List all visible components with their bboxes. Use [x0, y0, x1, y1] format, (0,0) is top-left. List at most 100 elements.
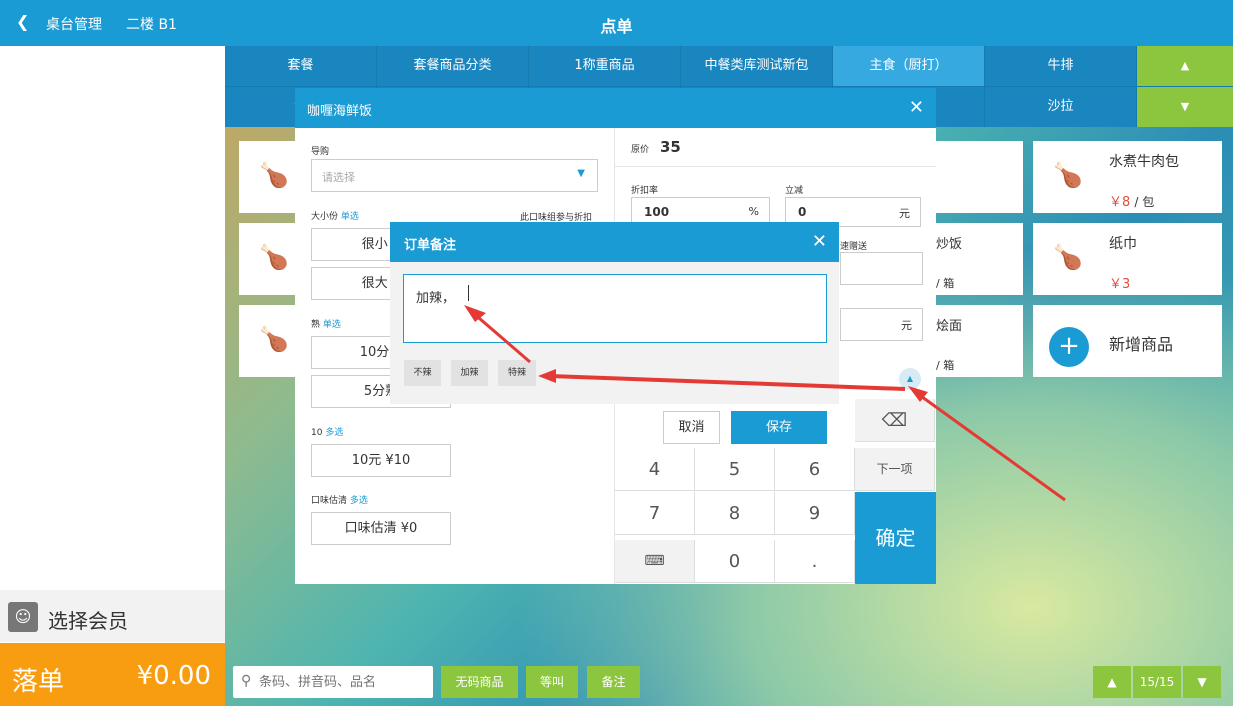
tab-category-3[interactable]: 1称重商品 [529, 46, 681, 86]
guide-label: 导购 [311, 147, 330, 157]
note-tag[interactable]: 不辣 [404, 360, 441, 386]
roast-chicken-icon: 🍗 [259, 161, 289, 189]
save-button[interactable]: 保存 [731, 411, 827, 444]
key-4[interactable]: 4 [615, 448, 695, 491]
product-card[interactable]: 炒饭 / 箱 [922, 223, 1023, 295]
note-text: 加辣， [416, 291, 456, 306]
key-8[interactable]: 8 [695, 492, 775, 535]
ten-label: 10 多选 [311, 425, 343, 438]
price-label: 原价 [631, 145, 650, 155]
submit-label: 落单 [12, 667, 65, 697]
member-label: 选择会员 [48, 609, 128, 633]
category-up-button[interactable]: ▲ [1137, 46, 1233, 86]
select-member-button[interactable]: ☺ 选择会员 [0, 590, 225, 642]
key-dot[interactable]: . [775, 540, 855, 583]
next-item-button[interactable]: 下一项 [855, 448, 935, 491]
expand-up-icon[interactable]: ▲ [899, 368, 921, 390]
roast-chicken-icon: 🍗 [259, 325, 289, 353]
close-icon[interactable]: ✕ [812, 231, 827, 252]
close-icon[interactable]: ✕ [909, 97, 924, 118]
price-unit: / 包 [1134, 195, 1155, 209]
reduce-value: 0 [798, 205, 807, 219]
product-card[interactable]: 🍗 [239, 223, 299, 295]
search-box[interactable]: ⚲ [233, 666, 433, 698]
reduce-unit: 元 [899, 207, 910, 220]
flavor-mode: 多选 [349, 496, 368, 506]
order-note-dialog: 订单备注 ✕ 加辣， 不辣 加辣 特辣 [390, 222, 839, 404]
note-textarea[interactable]: 加辣， [403, 274, 827, 343]
search-icon: ⚲ [241, 673, 252, 689]
tab-category-1[interactable]: 套餐 [225, 46, 377, 86]
page-down-button[interactable]: ▼ [1183, 666, 1221, 698]
tab-category-2[interactable]: 套餐商品分类 [377, 46, 529, 86]
product-name: 炒饭 [936, 237, 963, 252]
key-0[interactable]: 0 [695, 540, 775, 583]
discount-label: 折扣率 [631, 186, 659, 196]
guide-select[interactable]: 请选择 ▼ [311, 159, 598, 192]
key-6[interactable]: 6 [775, 448, 855, 491]
flavor-option[interactable]: 口味估清 ¥0 [311, 512, 451, 545]
discount-unit: % [748, 205, 759, 218]
ten-mode: 多选 [325, 428, 344, 438]
flavor-label-text: 口味估清 [311, 496, 348, 506]
key-7[interactable]: 7 [615, 492, 695, 535]
page-indicator: 15/15 [1133, 666, 1181, 698]
flavor-label: 口味估清 多选 [311, 493, 368, 506]
guide-placeholder: 请选择 [322, 171, 355, 184]
tab-category-4[interactable]: 中餐类库测试新包 [681, 46, 833, 86]
product-card[interactable]: 🍗 水煮牛肉包 ￥8 / 包 [1033, 141, 1222, 213]
no-code-product-button[interactable]: 无码商品 [441, 666, 518, 698]
dish-dialog-header: 咖喱海鲜饭 ✕ [295, 88, 936, 128]
amount-input[interactable]: 元 [840, 308, 923, 341]
add-product-card[interactable]: + 新增商品 [1033, 305, 1222, 377]
product-unit: / 箱 [936, 359, 955, 372]
tab-category-12[interactable]: 沙拉 [985, 87, 1137, 127]
note-dialog-title: 订单备注 [404, 238, 457, 253]
key-5[interactable]: 5 [695, 448, 775, 491]
product-name: 纸巾 [1109, 236, 1137, 252]
divider [615, 166, 936, 167]
price-value: 35 [660, 138, 681, 156]
amount-unit: 元 [901, 319, 912, 332]
product-name: 烩面 [936, 319, 963, 334]
product-card[interactable]: 🍗 纸巾 ￥3 [1033, 223, 1222, 295]
ten-option[interactable]: 10元 ¥10 [311, 444, 451, 477]
product-card[interactable]: 🍗 [239, 141, 299, 213]
price-value: ￥8 [1109, 195, 1131, 210]
bottom-bar: ⚲ 无码商品 等叫 备注 ▲ 15/15 ▼ [225, 660, 1233, 706]
product-price: ￥3 [1109, 277, 1131, 292]
text-cursor [468, 285, 469, 301]
submit-order-button[interactable]: 落单 ¥0.00 [0, 643, 225, 706]
note-tag[interactable]: 特辣 [498, 360, 536, 386]
order-panel: ☺ 选择会员 落单 ¥0.00 [0, 46, 225, 706]
size-label-text: 大小份 [311, 212, 339, 222]
chevron-down-icon: ▼ [577, 168, 585, 179]
product-card[interactable] [922, 141, 1023, 213]
product-card[interactable]: 烩面 / 箱 [922, 305, 1023, 377]
search-input[interactable] [259, 671, 429, 693]
plus-icon: + [1049, 327, 1089, 367]
backspace-key[interactable]: ⌫ [855, 399, 935, 442]
size-label: 大小份 单选 [311, 209, 359, 222]
tab-category-5[interactable]: 主食（厨打） [833, 46, 985, 86]
wait-call-button[interactable]: 等叫 [526, 666, 578, 698]
top-bar: ❮ 桌台管理 二楼 B1 点单 [0, 0, 1233, 46]
product-unit: / 箱 [936, 277, 955, 290]
add-product-label: 新增商品 [1109, 335, 1174, 354]
keyboard-icon[interactable]: ⌨ [615, 540, 695, 583]
remark-button[interactable]: 备注 [587, 666, 640, 698]
product-card[interactable]: 🍗 [239, 305, 299, 377]
dish-title: 咖喱海鲜饭 [307, 104, 373, 119]
doneness-label: 熟 单选 [311, 317, 341, 330]
discount-value: 100 [644, 205, 670, 219]
page-up-button[interactable]: ▲ [1093, 666, 1131, 698]
key-9[interactable]: 9 [775, 492, 855, 535]
confirm-button[interactable]: 确定 [855, 492, 936, 584]
category-down-button[interactable]: ▼ [1137, 87, 1233, 127]
gift-input[interactable] [840, 252, 923, 285]
roast-chicken-icon: 🍗 [259, 243, 289, 271]
cancel-button[interactable]: 取消 [663, 411, 720, 444]
note-tag[interactable]: 加辣 [451, 360, 488, 386]
order-total: ¥0.00 [136, 661, 211, 691]
tab-category-6[interactable]: 牛排 [985, 46, 1137, 86]
